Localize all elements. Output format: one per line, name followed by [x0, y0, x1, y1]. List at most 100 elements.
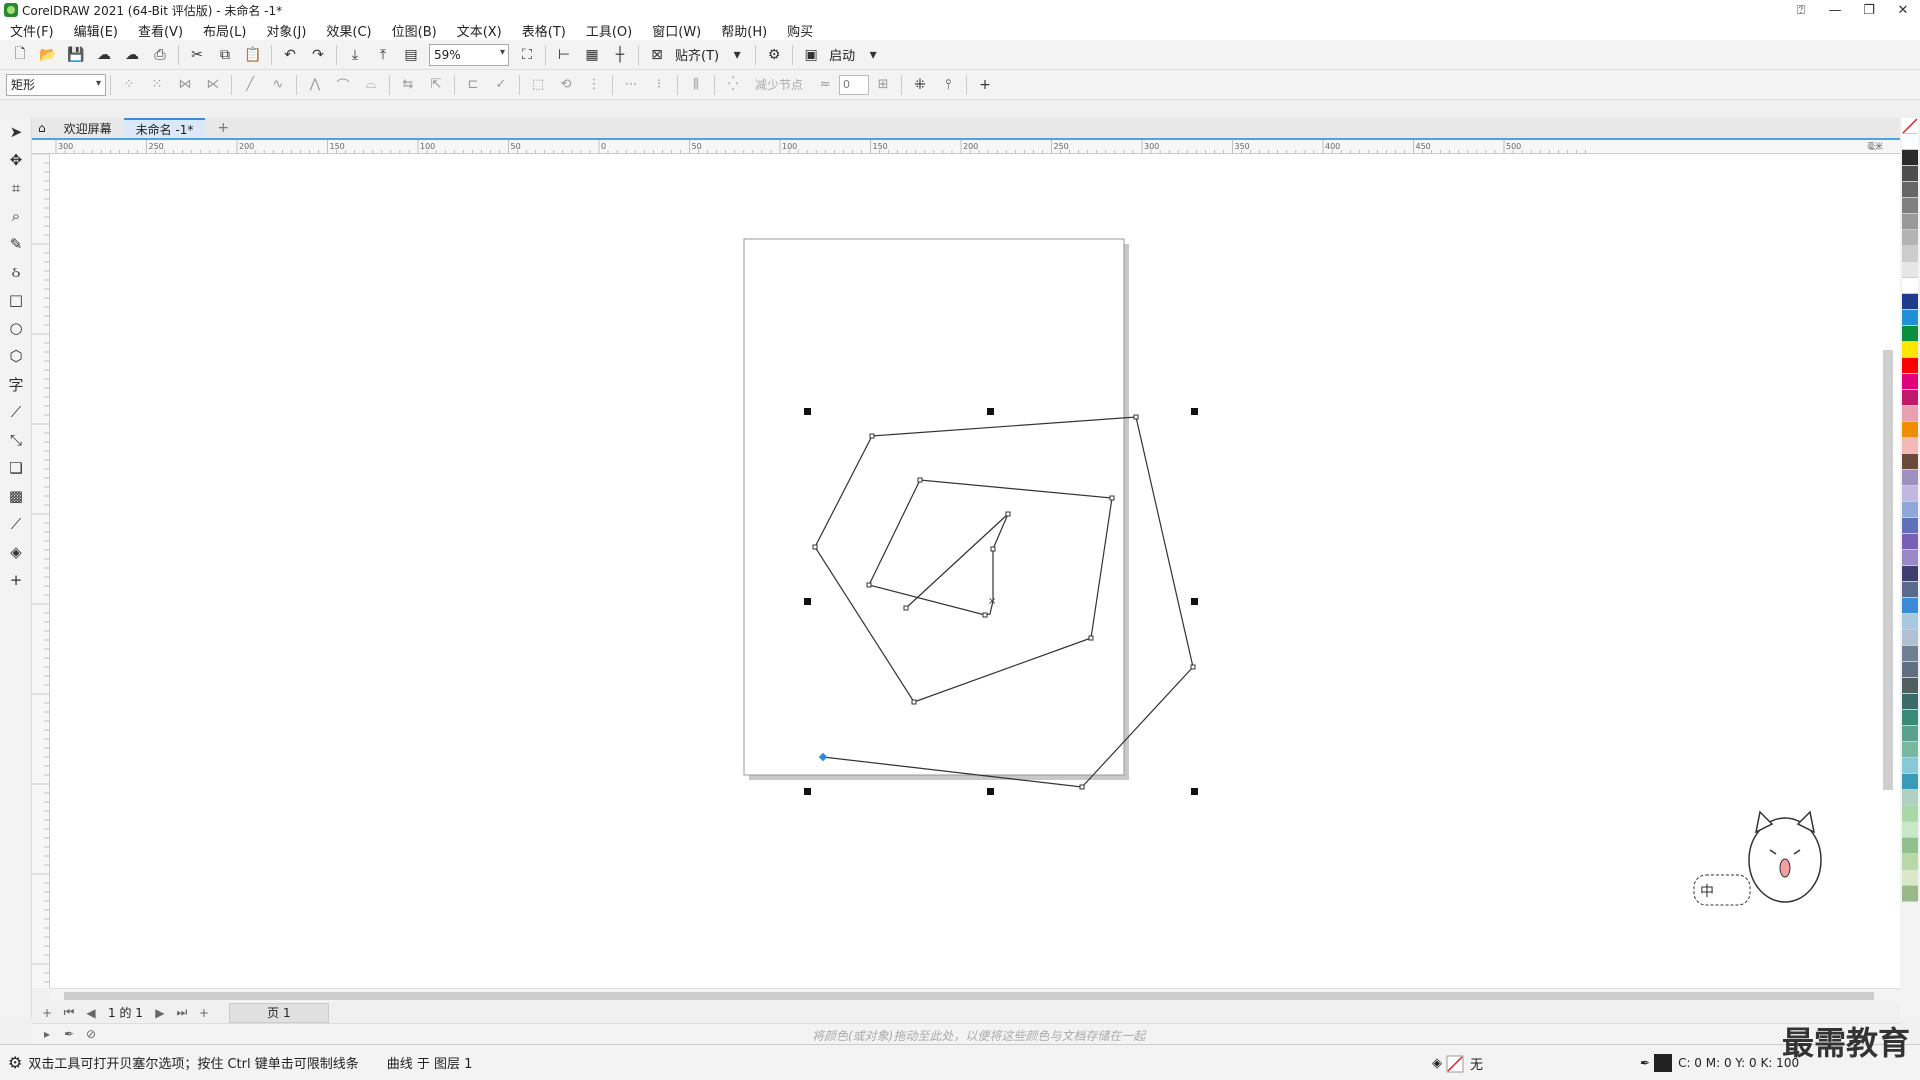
- to-curve-icon[interactable]: ∿: [268, 75, 288, 95]
- chevron-down-icon[interactable]: ▾: [862, 44, 884, 66]
- add-page-before-button[interactable]: +: [36, 1006, 58, 1020]
- curve-node[interactable]: [1079, 784, 1085, 790]
- palette-swatch[interactable]: [1902, 454, 1918, 470]
- save-icon[interactable]: 💾: [65, 44, 87, 66]
- cut-icon[interactable]: ✂: [186, 44, 208, 66]
- palette-swatch[interactable]: [1902, 390, 1918, 406]
- object-type-select[interactable]: 矩形: [6, 73, 106, 96]
- page-1-tab[interactable]: 页 1: [228, 1002, 329, 1023]
- curve-node[interactable]: [917, 477, 923, 483]
- next-page-button[interactable]: ▶: [149, 1006, 171, 1020]
- rectangle-tool-icon[interactable]: □: [0, 286, 32, 314]
- handle-middle-right[interactable]: [1191, 598, 1198, 605]
- curve-node[interactable]: [903, 605, 909, 611]
- select-all-nodes-icon[interactable]: ⁘: [119, 75, 139, 95]
- snap-off-icon[interactable]: ⊠: [646, 44, 668, 66]
- palette-swatch[interactable]: [1902, 342, 1918, 358]
- handle-middle-left[interactable]: [804, 598, 811, 605]
- menu-buy[interactable]: 购买: [787, 21, 813, 40]
- pick-tool-icon[interactable]: ➤: [0, 118, 32, 146]
- add-icon[interactable]: +: [974, 74, 996, 96]
- menu-bitmaps[interactable]: 位图(B): [392, 21, 437, 40]
- palette-swatch[interactable]: [1902, 502, 1918, 518]
- guidelines-icon[interactable]: ┼: [609, 44, 631, 66]
- smooth-node-icon[interactable]: ⌒: [333, 75, 353, 95]
- menu-tools[interactable]: 工具(O): [586, 21, 632, 40]
- eyedropper-icon[interactable]: ✒: [58, 1027, 80, 1041]
- print-icon[interactable]: ⎙: [149, 44, 171, 66]
- palette-swatch[interactable]: [1902, 710, 1918, 726]
- palette-swatch[interactable]: [1902, 326, 1918, 342]
- palette-swatch[interactable]: [1902, 182, 1918, 198]
- menu-view[interactable]: 查看(V): [138, 21, 183, 40]
- palette-swatch[interactable]: [1902, 758, 1918, 774]
- crop-tool-icon[interactable]: ⌗: [0, 174, 32, 202]
- freehand-tool-icon[interactable]: ✎: [0, 230, 32, 258]
- transparency-tool-icon[interactable]: ▩: [0, 482, 32, 510]
- palette-swatch[interactable]: [1902, 790, 1918, 806]
- close-curve-icon[interactable]: ⊏: [463, 75, 483, 95]
- palette-swatch[interactable]: [1902, 886, 1918, 902]
- menu-object[interactable]: 对象(J): [266, 21, 306, 40]
- extend-curve-icon[interactable]: ⇱: [426, 75, 446, 95]
- interactive-fill-tool-icon[interactable]: ◈: [0, 538, 32, 566]
- cloud-upload-icon[interactable]: ☁: [121, 44, 143, 66]
- menu-edit[interactable]: 编辑(E): [74, 21, 118, 40]
- restore-button[interactable]: ❐: [1852, 0, 1886, 20]
- palette-swatch[interactable]: [1902, 278, 1918, 294]
- options-gear-icon[interactable]: ⚙: [763, 44, 785, 66]
- rulers-icon[interactable]: ⊢: [553, 44, 575, 66]
- palette-swatch[interactable]: [1902, 166, 1918, 182]
- curve-node[interactable]: [1133, 414, 1139, 420]
- settings-gear-icon[interactable]: ⚙: [8, 1053, 22, 1072]
- palette-swatch[interactable]: [1902, 534, 1918, 550]
- palette-swatch[interactable]: [1902, 470, 1918, 486]
- palette-swatch[interactable]: [1902, 150, 1918, 166]
- fill-status[interactable]: ◈ 无: [1432, 1054, 1483, 1073]
- pdf-icon[interactable]: ▤: [400, 44, 422, 66]
- palette-swatch[interactable]: [1902, 230, 1918, 246]
- polygon-tool-icon[interactable]: ⬡: [0, 342, 32, 370]
- cusp-node-icon[interactable]: ⋀: [305, 75, 325, 95]
- stretch-nodes-icon[interactable]: ⬚: [528, 75, 548, 95]
- add-tool-icon[interactable]: +: [0, 566, 32, 594]
- chevron-down-icon[interactable]: ▾: [726, 44, 748, 66]
- palette-swatch[interactable]: [1902, 678, 1918, 694]
- palette-swatch[interactable]: [1902, 198, 1918, 214]
- palette-swatch[interactable]: [1902, 550, 1918, 566]
- artistic-media-tool-icon[interactable]: ઠ: [0, 258, 32, 286]
- break-curve-icon[interactable]: ⋉: [203, 75, 223, 95]
- dimension-tool-icon[interactable]: ⟋: [0, 398, 32, 426]
- app-launcher-icon[interactable]: ▣: [800, 44, 822, 66]
- elastic-mode-icon[interactable]: ⫼: [686, 75, 706, 95]
- menu-file[interactable]: 文件(F): [10, 21, 54, 40]
- undo-icon[interactable]: ↶: [279, 44, 301, 66]
- text-tool-icon[interactable]: 字: [0, 370, 32, 398]
- palette-swatch[interactable]: [1902, 870, 1918, 886]
- curve-node[interactable]: [990, 546, 996, 552]
- handle-top-center[interactable]: [987, 408, 994, 415]
- palette-swatch[interactable]: [1902, 518, 1918, 534]
- palette-swatch[interactable]: [1902, 310, 1918, 326]
- snap-to-menu[interactable]: 贴齐(T): [675, 45, 719, 64]
- smoothness-input[interactable]: 0: [839, 74, 870, 95]
- handle-top-right[interactable]: [1191, 408, 1198, 415]
- new-document-icon[interactable]: 🗋: [9, 44, 31, 66]
- handle-bottom-right[interactable]: [1191, 788, 1198, 795]
- reduce-nodes-button[interactable]: 减少节点: [755, 76, 803, 93]
- palette-swatch[interactable]: [1902, 406, 1918, 422]
- no-color-swatch[interactable]: [1902, 118, 1918, 134]
- home-icon[interactable]: ⌂: [32, 118, 52, 138]
- symmetric-node-icon[interactable]: ⌓: [361, 75, 381, 95]
- palette-swatch[interactable]: [1902, 566, 1918, 582]
- curve-node[interactable]: [1109, 495, 1115, 501]
- palette-swatch[interactable]: [1902, 630, 1918, 646]
- handle-bottom-left[interactable]: [804, 788, 811, 795]
- curve-node[interactable]: [1088, 635, 1094, 641]
- zoom-tool-icon[interactable]: ⌕: [0, 202, 32, 230]
- last-page-button[interactable]: ⏭: [171, 1005, 193, 1020]
- palette-expand-icon[interactable]: ▸: [36, 1027, 58, 1041]
- curve-node[interactable]: [1005, 511, 1011, 517]
- palette-swatch[interactable]: [1902, 726, 1918, 742]
- first-page-button[interactable]: ⏮: [58, 1005, 80, 1020]
